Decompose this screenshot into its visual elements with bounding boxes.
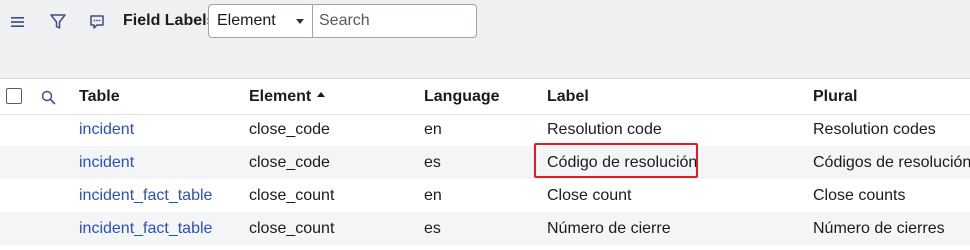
table-cell-link[interactable]: incident_fact_table	[79, 179, 212, 212]
label-cell: Código de resolución	[547, 154, 698, 171]
language-cell: es	[424, 220, 441, 237]
language-cell: en	[424, 121, 442, 138]
comment-icon[interactable]	[86, 11, 108, 33]
column-header-label[interactable]: Label	[547, 79, 589, 114]
select-all-checkbox[interactable]	[6, 88, 22, 104]
label-cell: Resolution code	[547, 121, 662, 138]
plural-cell: Número de cierres	[813, 220, 945, 237]
plural-cell: Close counts	[813, 187, 906, 204]
search-input[interactable]	[312, 4, 477, 38]
label-cell: Close count	[547, 187, 632, 204]
search-field-select-value: Element	[217, 12, 276, 29]
hamburger-menu-icon[interactable]	[7, 11, 29, 33]
element-cell: close_count	[249, 220, 335, 237]
table-cell-link[interactable]: incident	[79, 146, 134, 179]
search-icon[interactable]	[39, 88, 57, 106]
language-cell: en	[424, 187, 442, 204]
funnel-filter-icon[interactable]	[47, 11, 69, 33]
plural-cell: Códigos de resolución	[813, 154, 970, 171]
table-cell-link[interactable]: incident_fact_table	[79, 212, 212, 245]
table-row: incident_fact_table close_count en Close…	[0, 179, 970, 212]
element-cell: close_code	[249, 154, 330, 171]
list-toolbar: Field Labels Element	[0, 0, 970, 46]
table-cell-link[interactable]: incident	[79, 113, 134, 146]
table-header-row: Table Element Language Label Plural	[0, 79, 970, 115]
list-title: Field Labels	[123, 12, 216, 29]
search-field-select[interactable]: Element	[208, 4, 312, 38]
column-header-plural[interactable]: Plural	[813, 79, 857, 114]
table-row: incident close_code es Código de resoluc…	[0, 146, 970, 179]
table-row: incident_fact_table close_count es Númer…	[0, 212, 970, 245]
chevron-down-icon	[296, 19, 304, 24]
label-cell: Número de cierre	[547, 220, 671, 237]
column-header-element[interactable]: Element	[249, 79, 326, 114]
table-row: incident close_code en Resolution code R…	[0, 113, 970, 146]
column-header-table[interactable]: Table	[79, 79, 120, 114]
language-cell: es	[424, 154, 441, 171]
element-cell: close_code	[249, 121, 330, 138]
plural-cell: Resolution codes	[813, 121, 936, 138]
sort-ascending-icon	[317, 92, 326, 98]
column-header-language[interactable]: Language	[424, 79, 500, 114]
element-cell: close_count	[249, 187, 335, 204]
breadcrumb-bar	[0, 46, 970, 79]
